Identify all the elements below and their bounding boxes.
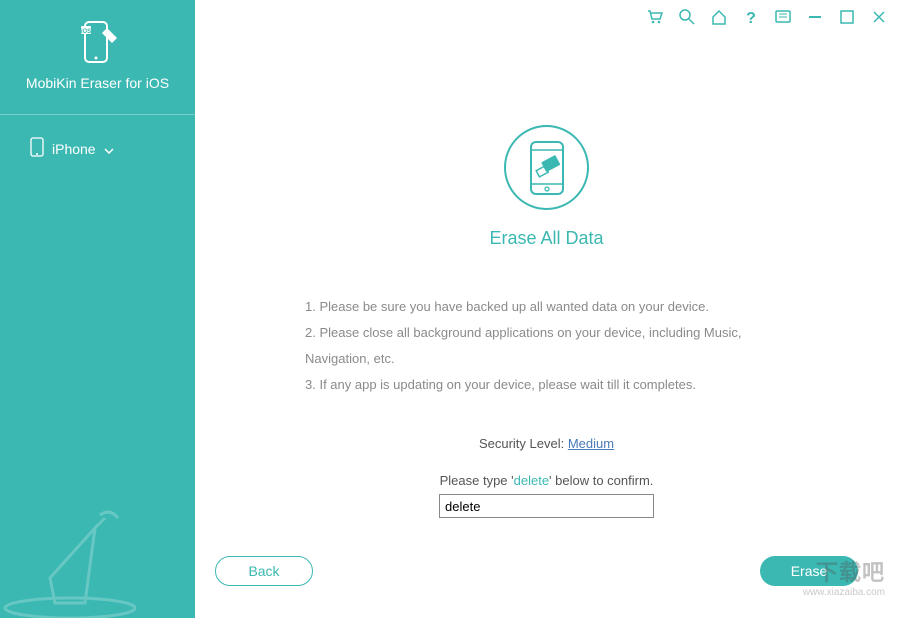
- phone-icon: [30, 137, 44, 160]
- help-icon[interactable]: ?: [742, 8, 760, 26]
- minimize-icon[interactable]: [806, 8, 824, 26]
- erase-hero-icon: [504, 125, 589, 210]
- page-title: Erase All Data: [195, 228, 898, 249]
- erase-button[interactable]: Erase: [760, 556, 858, 586]
- instruction-item: 3. If any app is updating on your device…: [305, 372, 788, 398]
- confirm-instruction: Please type 'delete' below to confirm.: [195, 473, 898, 488]
- svg-text:?: ?: [746, 10, 756, 26]
- back-button[interactable]: Back: [215, 556, 313, 586]
- security-level-link[interactable]: Medium: [568, 436, 614, 451]
- chevron-down-icon: [104, 141, 114, 157]
- sidebar-decoration: [0, 473, 195, 618]
- app-logo-icon: iOS: [79, 20, 117, 65]
- svg-text:iOS: iOS: [80, 29, 90, 35]
- window-toolbar: ?: [646, 8, 888, 26]
- close-icon[interactable]: [870, 8, 888, 26]
- device-label: iPhone: [52, 141, 96, 157]
- cart-icon[interactable]: [646, 8, 664, 26]
- security-label: Security Level:: [479, 436, 568, 451]
- maximize-icon[interactable]: [838, 8, 856, 26]
- feedback-icon[interactable]: [774, 8, 792, 26]
- instructions-list: 1. Please be sure you have backed up all…: [195, 294, 898, 398]
- watermark-url: www.xiazaiba.com: [803, 587, 885, 598]
- device-selector[interactable]: iPhone: [0, 127, 195, 170]
- instruction-item: 2. Please close all background applicati…: [305, 320, 788, 372]
- sidebar: iOS MobiKin Eraser for iOS iPhone: [0, 0, 195, 618]
- main-content: ? Erase All Data 1. Please be sure you h…: [195, 0, 898, 618]
- home-icon[interactable]: [710, 8, 728, 26]
- security-level-row: Security Level: Medium: [195, 436, 898, 451]
- logo-area: iOS MobiKin Eraser for iOS: [0, 0, 195, 106]
- confirm-input[interactable]: [439, 494, 654, 518]
- app-name: MobiKin Eraser for iOS: [0, 75, 195, 91]
- instruction-item: 1. Please be sure you have backed up all…: [305, 294, 788, 320]
- sidebar-divider: [0, 114, 195, 115]
- search-icon[interactable]: [678, 8, 696, 26]
